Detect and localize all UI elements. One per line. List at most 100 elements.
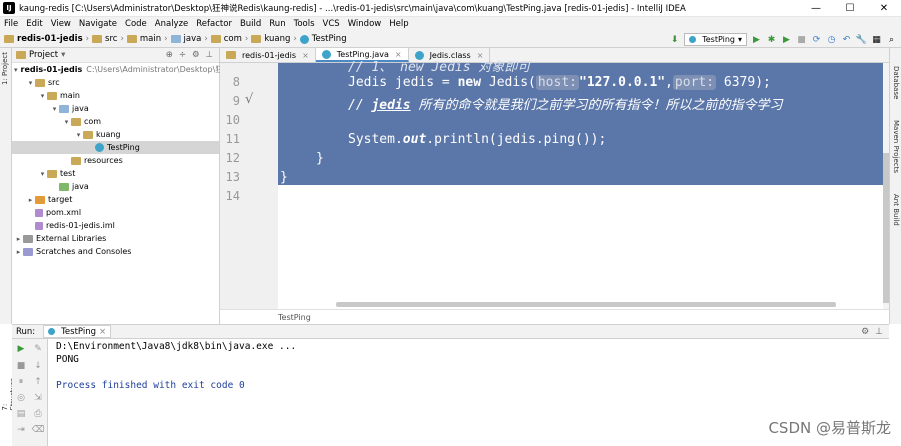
breadcrumb-src[interactable]: src [105, 34, 117, 44]
chevron-down-icon[interactable]: ▾ [26, 79, 35, 87]
scroll-down-icon[interactable]: ↓ [32, 360, 44, 372]
console-output[interactable]: D:\Environment\Java8\jdk8\bin\java.exe .… [48, 339, 889, 446]
tree-item-main[interactable]: ▾ main [12, 89, 219, 102]
breadcrumb-com[interactable]: com [224, 34, 242, 44]
chevron-down-icon[interactable]: ▾ [14, 66, 18, 74]
soft-wrap-icon[interactable]: ⇲ [32, 392, 44, 404]
chevron-down-icon[interactable]: ▾ [38, 92, 47, 100]
chevron-right-icon[interactable]: ▸ [26, 196, 35, 204]
tree-item-src[interactable]: ▾ src [12, 76, 219, 89]
stop-icon[interactable]: ■ [796, 34, 807, 45]
layout-icon[interactable]: ▤ [15, 408, 27, 420]
menu-refactor[interactable]: Refactor [192, 19, 236, 29]
chevron-right-icon[interactable]: ▸ [14, 235, 23, 243]
update-icon[interactable]: ⟳ [811, 34, 822, 45]
menu-tools[interactable]: Tools [290, 19, 319, 29]
locate-icon[interactable]: ⊕ [166, 50, 173, 60]
run-tab-testping[interactable]: TestPing × [43, 325, 112, 338]
tree-item-resources[interactable]: resources [12, 154, 219, 167]
tree-item-test[interactable]: ▾ test [12, 167, 219, 180]
chevron-down-icon[interactable]: ▾ [38, 170, 47, 178]
tree-item-kuang[interactable]: ▾ kuang [12, 128, 219, 141]
build-icon[interactable]: ⬇ [669, 34, 680, 45]
minimize-button[interactable]: — [799, 0, 833, 17]
menu-edit[interactable]: Edit [22, 19, 46, 29]
breadcrumb-kuang[interactable]: kuang [264, 34, 290, 44]
settings-icon[interactable]: 🔧 [856, 34, 867, 45]
tree-item-external-libraries[interactable]: ▸ External Libraries [12, 232, 219, 245]
tree-item-com[interactable]: ▾ com [12, 115, 219, 128]
rerun-icon[interactable]: ▶ [15, 343, 27, 355]
tab-ant-build[interactable]: Ant Build [892, 194, 900, 226]
tab-redis-01-jedis[interactable]: redis-01-jedis × [220, 48, 316, 62]
clear-icon[interactable]: ⌫ [32, 424, 45, 436]
tree-item-pom-xml[interactable]: pom.xml [12, 206, 219, 219]
pause-icon[interactable]: ⏸ [15, 376, 27, 388]
project-panel-title[interactable]: Project [29, 50, 58, 60]
coverage-icon[interactable]: ▶ [781, 34, 792, 45]
editor-breadcrumb-item[interactable]: TestPing [278, 313, 311, 322]
tree-item-redis-01-jedis[interactable]: ▾ redis-01-jedis C:\Users\Administrator\De… [12, 63, 223, 76]
tree-item-target[interactable]: ▸ target [12, 193, 219, 206]
menu-vcs[interactable]: VCS [319, 19, 344, 29]
tree-item-scratches-and-consoles[interactable]: ▸ Scratches and Consoles [12, 245, 219, 258]
tree-item-java[interactable]: java [12, 180, 219, 193]
code-line-8: Jedis jedis = new Jedis(host: "127.0.0.1"… [348, 75, 771, 90]
close-button[interactable]: ✕ [867, 0, 901, 17]
maximize-button[interactable]: ☐ [833, 0, 867, 17]
exit-icon[interactable]: ⇥ [15, 424, 27, 436]
tab-maven-projects[interactable]: Maven Projects [892, 120, 900, 173]
close-icon[interactable]: × [99, 327, 106, 337]
chevron-down-icon[interactable]: ▾ [74, 131, 83, 139]
menu-build[interactable]: Build [236, 19, 265, 29]
dump-threads-icon[interactable]: ◎ [15, 392, 27, 404]
menu-window[interactable]: Window [344, 19, 386, 29]
collapse-icon[interactable]: ÷ [179, 50, 186, 60]
print-icon[interactable]: ⎙ [32, 408, 44, 420]
stop-icon[interactable]: ■ [15, 360, 27, 372]
structure-icon[interactable]: ▦ [871, 34, 882, 45]
revert-icon[interactable]: ↶ [841, 34, 852, 45]
tree-item-redis-01-jedis-iml[interactable]: redis-01-jedis.iml [12, 219, 219, 232]
tree-item-java[interactable]: ▾ java [12, 102, 219, 115]
chevron-down-icon[interactable]: ▾ [61, 50, 65, 60]
code-editor[interactable]: 8 9 √ 10 11 12 13 14 // 1、 new Jedis 对象即… [220, 60, 889, 309]
tree-item-label: resources [84, 156, 123, 165]
folder-icon [16, 51, 26, 59]
title-bar: IJ kaung-redis [C:\Users\Administrator\D… [0, 0, 901, 17]
class-icon [95, 143, 104, 152]
horizontal-scrollbar[interactable] [336, 302, 836, 307]
scroll-up-icon[interactable]: ↑ [32, 376, 44, 388]
history-icon[interactable]: ◷ [826, 34, 837, 45]
menu-navigate[interactable]: Navigate [75, 19, 121, 29]
breadcrumb-main[interactable]: main [140, 34, 161, 44]
chevron-down-icon[interactable]: ▾ [50, 105, 59, 113]
tab-project[interactable]: 1: Project [1, 52, 9, 85]
tab-database[interactable]: Database [892, 66, 900, 99]
debug-icon[interactable]: ✱ [766, 34, 777, 45]
breadcrumb-java[interactable]: java [184, 34, 202, 44]
hide-icon[interactable]: ⊥ [875, 327, 883, 337]
breadcrumb-module[interactable]: redis-01-jedis [17, 34, 83, 44]
run-config-select[interactable]: TestPing ▾ [684, 33, 747, 46]
menu-view[interactable]: View [47, 19, 75, 29]
gear-icon[interactable]: ⚙ [192, 50, 200, 60]
gear-icon[interactable]: ⚙ [861, 327, 869, 337]
menu-run[interactable]: Run [265, 19, 289, 29]
line-number: 10 [225, 113, 240, 127]
menu-help[interactable]: Help [385, 19, 412, 29]
chevron-down-icon[interactable]: ▾ [62, 118, 71, 126]
menu-analyze[interactable]: Analyze [151, 19, 193, 29]
run-icon[interactable]: ▶ [751, 34, 762, 45]
chevron-down-icon: ▾ [737, 35, 742, 44]
menu-file[interactable]: File [0, 19, 22, 29]
menu-code[interactable]: Code [121, 19, 151, 29]
hide-icon[interactable]: ⊥ [206, 50, 213, 60]
chevron-right-icon[interactable]: ▸ [14, 248, 23, 256]
tree-item-testping[interactable]: TestPing [12, 141, 219, 154]
edit-config-icon[interactable]: ✎ [32, 343, 44, 355]
code-area[interactable]: // 1、 new Jedis 对象即可 Jedis jedis = new J… [278, 60, 889, 309]
search-icon[interactable]: ⌕ [886, 34, 897, 45]
close-icon[interactable]: × [302, 51, 309, 60]
breadcrumb-testping[interactable]: TestPing [312, 34, 347, 44]
